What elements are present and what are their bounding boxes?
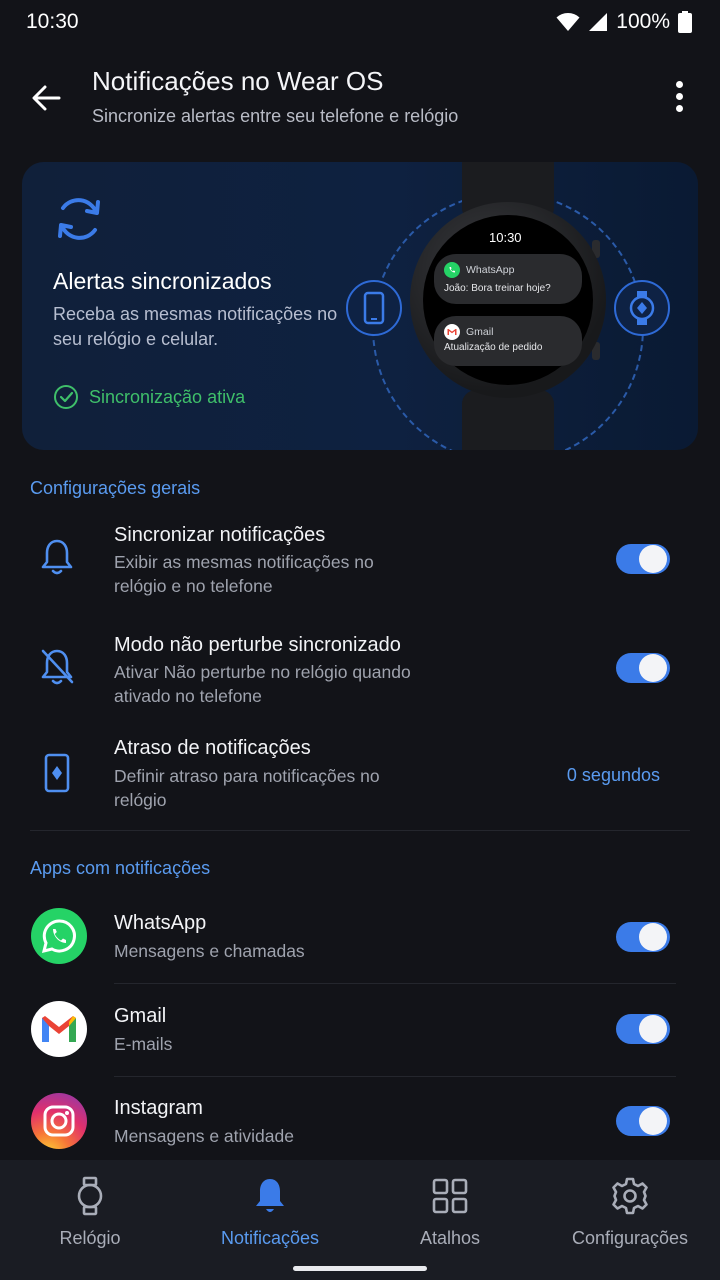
app-name-whatsapp: WhatsApp <box>114 912 207 934</box>
dnd-sync-toggle[interactable] <box>616 653 670 683</box>
app-name-instagram: Instagram <box>114 1097 203 1119</box>
gmail-app-icon <box>31 1001 87 1057</box>
battery-icon <box>678 11 692 33</box>
nav-label: Configurações <box>571 1228 689 1248</box>
instagram-app-icon <box>31 1093 87 1149</box>
app-desc-whatsapp: Mensagens e chamadas <box>114 941 305 961</box>
section-apps-label: Apps com notificações <box>30 858 211 878</box>
instagram-toggle[interactable] <box>616 1106 670 1136</box>
watch-card-text: João: Bora treinar hoje? <box>444 283 551 294</box>
watch-card-text: Atualização de pedido <box>444 342 543 353</box>
nav-item-watch[interactable]: Relógio <box>0 1176 180 1249</box>
sync-notifications-toggle[interactable] <box>616 544 670 574</box>
notification-delay-desc: Definir atraso para notificações no reló… <box>114 766 380 810</box>
home-indicator[interactable] <box>293 1266 427 1271</box>
nav-item-shortcuts[interactable]: Atalhos <box>360 1176 540 1249</box>
sync-status-label: Sincronização ativa <box>89 386 246 407</box>
check-circle-icon <box>54 385 78 409</box>
nav-item-notifications[interactable]: Notificações <box>180 1176 360 1249</box>
dnd-sync-desc: Ativar Não perturbe no relógio quando at… <box>114 662 411 706</box>
watch-card-app: Gmail <box>466 326 494 338</box>
divider <box>114 983 676 984</box>
sync-notifications-title: Sincronizar notificações <box>114 524 326 546</box>
divider <box>114 1076 676 1077</box>
app-name-gmail: Gmail <box>114 1005 167 1027</box>
gmail-icon <box>444 324 460 340</box>
bell-icon <box>256 1179 284 1212</box>
watch-delay-icon <box>38 753 76 793</box>
dnd-sync-title: Modo não perturbe sincronizado <box>114 634 401 656</box>
battery-percent: 100% <box>616 10 670 33</box>
watch-icon <box>629 291 655 325</box>
watch-icon <box>77 1176 103 1216</box>
more-options-button[interactable] <box>664 78 694 114</box>
notification-delay-value[interactable]: 0 segundos <box>567 765 660 786</box>
nav-label: Atalhos <box>419 1228 481 1248</box>
page-subtitle: Sincronize alertas entre seu telefone e … <box>92 106 459 126</box>
status-indicators: 100% <box>556 10 692 34</box>
whatsapp-toggle[interactable] <box>616 922 670 952</box>
hero-description: Receba as mesmas notificações no seu rel… <box>53 304 338 349</box>
watch-notification-card: Gmail Atualização de pedido <box>434 316 582 366</box>
grid-icon <box>432 1178 468 1214</box>
nav-label: Relógio <box>59 1228 121 1248</box>
phone-badge <box>346 280 402 336</box>
watch-notification-card: WhatsApp João: Bora treinar hoje? <box>434 254 582 304</box>
phone-icon <box>363 291 385 325</box>
signal-icon <box>589 13 608 31</box>
nav-label: Notificações <box>220 1228 320 1248</box>
watch-time: 10:30 <box>489 230 522 245</box>
sync-hero-card: Alertas sincronizados Receba as mesmas n… <box>22 162 698 450</box>
divider <box>30 830 690 831</box>
back-button[interactable] <box>26 78 66 118</box>
whatsapp-icon <box>444 262 460 278</box>
whatsapp-app-icon <box>31 908 87 964</box>
hero-title: Alertas sincronizados <box>53 268 272 294</box>
status-time: 10:30 <box>26 10 79 33</box>
section-general-label: Configurações gerais <box>30 478 201 498</box>
app-desc-instagram: Mensagens e atividade <box>114 1126 294 1146</box>
page-title: Notificações no Wear OS <box>92 66 384 96</box>
app-desc-gmail: E-mails <box>114 1034 173 1054</box>
watch-badge <box>614 280 670 336</box>
nav-item-settings[interactable]: Configurações <box>540 1176 720 1249</box>
watch-band-bottom <box>462 390 554 450</box>
wifi-icon <box>556 13 580 31</box>
sync-notifications-desc: Exibir as mesmas notificações no relógio… <box>114 552 374 596</box>
gmail-toggle[interactable] <box>616 1014 670 1044</box>
bell-off-icon <box>38 648 76 686</box>
bell-icon <box>38 538 76 576</box>
arrow-left-icon <box>32 85 61 111</box>
notification-delay-title: Atraso de notificações <box>114 737 311 759</box>
sync-status: Sincronização ativa <box>53 384 245 410</box>
gear-icon <box>612 1177 648 1215</box>
sync-icon <box>58 198 100 240</box>
watch-card-app: WhatsApp <box>466 264 515 276</box>
